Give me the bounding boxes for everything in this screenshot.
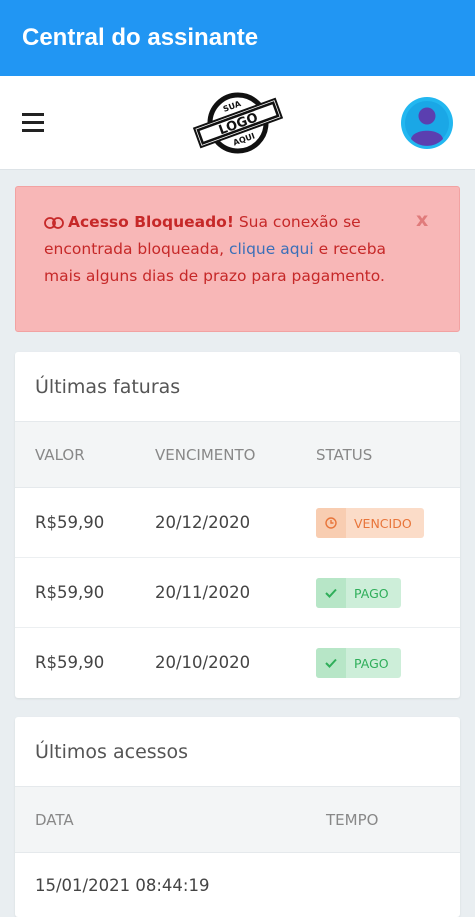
clock-icon <box>316 508 346 538</box>
user-avatar-icon[interactable] <box>401 97 453 149</box>
menu-icon[interactable] <box>22 113 44 132</box>
check-icon <box>316 578 346 608</box>
alert-title: Acesso Bloqueado! <box>68 213 234 231</box>
blocked-access-alert: Acesso Bloqueado! Sua conexão se encontr… <box>15 186 460 332</box>
invoice-due-date: 20/12/2020 <box>155 513 251 532</box>
invoices-card: Últimas faturas VALOR VENCIMENTO STATUS … <box>15 352 460 698</box>
app-bar: Central do assinante <box>0 0 475 76</box>
alert-message: Acesso Bloqueado! Sua conexão se encontr… <box>44 209 404 290</box>
column-header-data: DATA <box>35 811 74 829</box>
table-row[interactable]: R$59,90 20/10/2020 PAGO <box>15 628 460 698</box>
status-label: PAGO <box>354 655 389 671</box>
invoice-due-date: 20/11/2020 <box>155 583 251 602</box>
status-label: VENCIDO <box>354 515 412 531</box>
close-icon[interactable]: x <box>416 209 428 231</box>
table-row[interactable]: R$59,90 20/11/2020 PAGO <box>15 558 460 628</box>
app-title: Central do assinante <box>22 24 259 51</box>
access-table-header: DATA TEMPO <box>15 787 460 853</box>
column-header-tempo: TEMPO <box>326 811 379 829</box>
invoice-value: R$59,90 <box>35 513 105 532</box>
invoice-value: R$59,90 <box>35 653 105 672</box>
status-label: PAGO <box>354 585 389 601</box>
link-icon <box>44 216 64 229</box>
invoice-due-date: 20/10/2020 <box>155 653 251 672</box>
column-header-status: STATUS <box>316 446 373 464</box>
access-title: Últimos acessos <box>15 717 460 787</box>
alert-link[interactable]: clique aqui <box>229 240 314 258</box>
table-row[interactable]: 15/01/2021 08:44:19 <box>15 853 460 917</box>
table-row[interactable]: R$59,90 20/12/2020 VENCIDO <box>15 488 460 558</box>
top-navbar: LOGO SUA AQUI <box>0 76 475 170</box>
status-badge: PAGO <box>316 578 401 608</box>
invoices-title: Últimas faturas <box>15 352 460 422</box>
status-badge: VENCIDO <box>316 508 424 538</box>
invoice-value: R$59,90 <box>35 583 105 602</box>
recent-access-card: Últimos acessos DATA TEMPO 15/01/2021 08… <box>15 717 460 917</box>
access-date: 15/01/2021 08:44:19 <box>35 876 210 895</box>
logo: LOGO SUA AQUI <box>192 92 284 154</box>
invoices-table-header: VALOR VENCIMENTO STATUS <box>15 422 460 488</box>
column-header-vencimento: VENCIMENTO <box>155 446 256 464</box>
status-badge: PAGO <box>316 648 401 678</box>
check-icon <box>316 648 346 678</box>
column-header-valor: VALOR <box>35 446 85 464</box>
